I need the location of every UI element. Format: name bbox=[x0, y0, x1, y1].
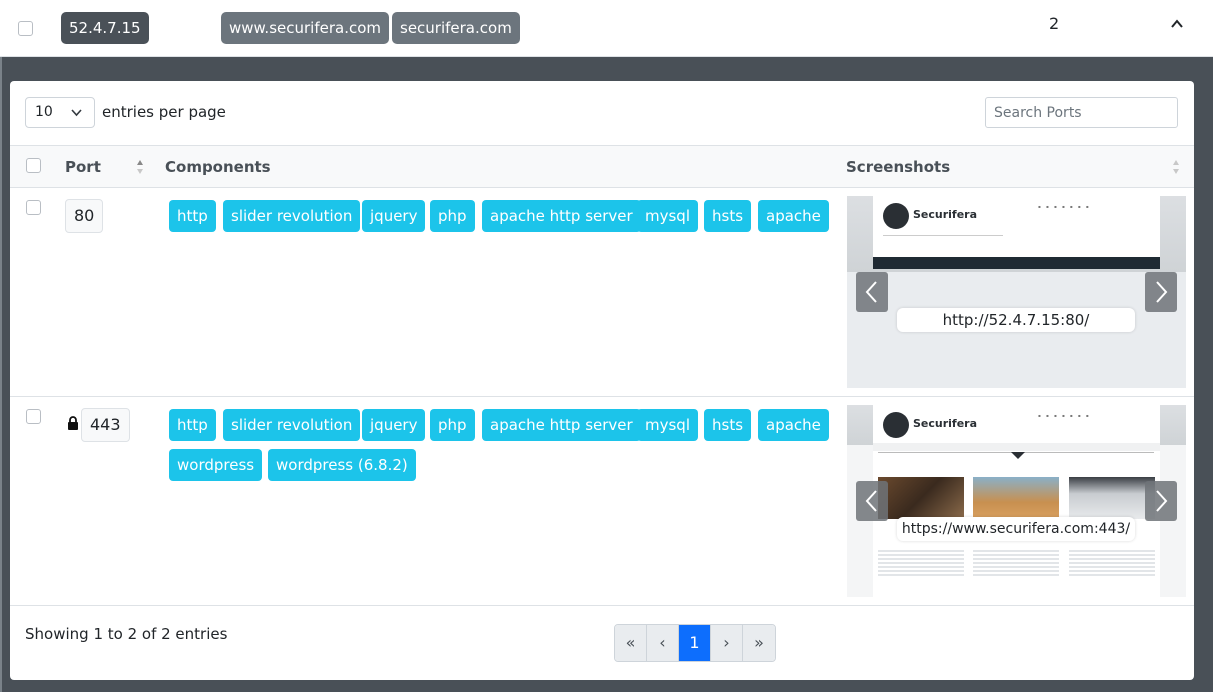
component-badge: jquery bbox=[362, 409, 426, 441]
screenshot-url-caption[interactable]: http://52.4.7.15:80/ bbox=[897, 308, 1135, 332]
port-number: 443 bbox=[81, 408, 130, 442]
port-number: 80 bbox=[65, 199, 104, 233]
component-badge: hsts bbox=[704, 200, 752, 232]
screenshot-brand: Securifera bbox=[913, 208, 978, 221]
component-badge: mysql bbox=[637, 409, 698, 441]
logo-icon bbox=[883, 203, 909, 229]
row-select-checkbox[interactable] bbox=[26, 200, 41, 215]
domain-badge: securifera.com bbox=[392, 12, 520, 44]
carousel-prev-button[interactable] bbox=[856, 481, 888, 521]
chevron-right-icon bbox=[1156, 490, 1168, 512]
component-badge: http bbox=[169, 200, 216, 232]
select-all-checkbox[interactable] bbox=[26, 158, 41, 173]
host-row bbox=[0, 0, 1213, 57]
panel-edge bbox=[0, 57, 2, 692]
component-badge: slider revolution bbox=[223, 409, 361, 441]
screenshot-photo bbox=[973, 477, 1059, 519]
component-badge: slider revolution bbox=[223, 200, 361, 232]
entries-value: 10 bbox=[35, 104, 53, 120]
screenshot-thumbnail[interactable]: Securifera ▪ ▪ ▪ ▪ ▪ ▪ ▪ bbox=[847, 196, 1186, 388]
host-ip-badge: 52.4.7.15 bbox=[61, 12, 149, 44]
column-header-components[interactable]: Components bbox=[165, 158, 271, 176]
carousel-prev-button[interactable] bbox=[856, 272, 888, 312]
screenshot-photo bbox=[1069, 477, 1155, 519]
chevron-up-icon[interactable] bbox=[1170, 17, 1184, 31]
caret-down-icon bbox=[1011, 452, 1025, 459]
component-badge: apache http server bbox=[482, 200, 641, 232]
page-1-button[interactable]: 1 bbox=[679, 625, 711, 661]
component-badge: php bbox=[430, 200, 475, 232]
screenshot-photo bbox=[878, 477, 964, 519]
component-badge: apache http server bbox=[482, 409, 641, 441]
previous-page-button[interactable]: ‹ bbox=[647, 625, 679, 661]
pagination: « ‹ 1 › » bbox=[614, 624, 776, 662]
screenshot-footer-band bbox=[873, 257, 1160, 269]
component-badge: mysql bbox=[637, 200, 698, 232]
screenshot-nav: ▪ ▪ ▪ ▪ ▪ ▪ ▪ bbox=[1038, 413, 1091, 418]
lock-icon bbox=[68, 416, 78, 430]
carousel-next-button[interactable] bbox=[1145, 272, 1177, 312]
component-badge: jquery bbox=[362, 200, 426, 232]
chevron-left-icon bbox=[865, 490, 877, 512]
sort-icon[interactable] bbox=[1172, 159, 1180, 175]
screenshot-band bbox=[873, 443, 1160, 451]
screenshot-text-block bbox=[1069, 550, 1155, 576]
entries-summary: Showing 1 to 2 of 2 entries bbox=[25, 625, 228, 643]
next-page-button[interactable]: › bbox=[711, 625, 743, 661]
sort-icon[interactable] bbox=[136, 159, 144, 175]
component-badge: hsts bbox=[704, 409, 752, 441]
column-header-screenshots[interactable]: Screenshots bbox=[846, 158, 950, 176]
entries-per-page-select[interactable]: 10 bbox=[25, 97, 95, 128]
chevron-left-icon bbox=[865, 281, 877, 303]
row-divider bbox=[10, 605, 1194, 606]
component-badge: apache bbox=[758, 200, 829, 232]
screenshot-nav: ▪ ▪ ▪ ▪ ▪ ▪ ▪ bbox=[1038, 204, 1091, 209]
row-select-checkbox[interactable] bbox=[26, 409, 41, 424]
screenshot-brand: Securifera bbox=[913, 417, 978, 430]
screenshot-text-block bbox=[973, 550, 1059, 576]
logo-icon bbox=[883, 412, 909, 438]
chevron-down-icon bbox=[71, 109, 82, 117]
component-badge: wordpress bbox=[169, 449, 263, 481]
component-badge: php bbox=[430, 409, 475, 441]
carousel-next-button[interactable] bbox=[1145, 481, 1177, 521]
host-select-checkbox[interactable] bbox=[18, 21, 33, 36]
screenshot-divider bbox=[883, 235, 1003, 236]
screenshot-page: Securifera ▪ ▪ ▪ ▪ ▪ ▪ ▪ bbox=[873, 405, 1160, 597]
component-badge: apache bbox=[758, 409, 829, 441]
entries-per-page-label: entries per page bbox=[102, 103, 226, 121]
column-header-port[interactable]: Port bbox=[65, 158, 101, 176]
domain-badge: www.securifera.com bbox=[221, 12, 389, 44]
last-page-button[interactable]: » bbox=[743, 625, 775, 661]
search-ports-input[interactable] bbox=[985, 97, 1178, 128]
chevron-right-icon bbox=[1156, 281, 1168, 303]
component-badge: http bbox=[169, 409, 216, 441]
screenshot-text-block bbox=[878, 550, 964, 576]
screenshot-url-caption[interactable]: https://www.securifera.com:443/ bbox=[897, 517, 1135, 541]
screenshot-page: Securifera ▪ ▪ ▪ ▪ ▪ ▪ ▪ bbox=[873, 196, 1160, 257]
row-divider bbox=[10, 396, 1194, 397]
screenshot-thumbnail[interactable]: Securifera ▪ ▪ ▪ ▪ ▪ ▪ ▪ bbox=[847, 405, 1186, 597]
port-count: 2 bbox=[1049, 14, 1060, 33]
first-page-button[interactable]: « bbox=[615, 625, 647, 661]
component-badge: wordpress (6.8.2) bbox=[268, 449, 416, 481]
